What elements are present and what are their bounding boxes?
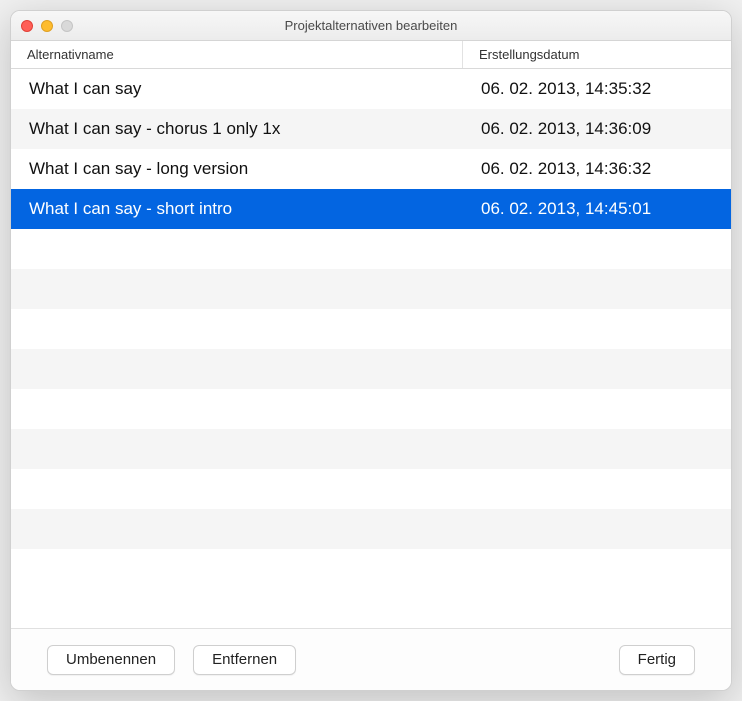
table-row[interactable]: What I can say06. 02. 2013, 14:35:32: [11, 69, 731, 109]
cell-name: What I can say - short intro: [11, 199, 463, 219]
table-row[interactable]: What I can say - chorus 1 only 1x06. 02.…: [11, 109, 731, 149]
remove-button[interactable]: Entfernen: [193, 645, 296, 675]
empty-row: [11, 269, 731, 309]
cell-date: 06. 02. 2013, 14:45:01: [463, 199, 731, 219]
empty-row: [11, 309, 731, 349]
cell-date: 06. 02. 2013, 14:36:09: [463, 119, 731, 139]
empty-row: [11, 549, 731, 589]
empty-row: [11, 389, 731, 429]
empty-row: [11, 469, 731, 509]
table-body[interactable]: What I can say06. 02. 2013, 14:35:32What…: [11, 69, 731, 628]
cell-name: What I can say - chorus 1 only 1x: [11, 119, 463, 139]
window-title: Projektalternativen bearbeiten: [21, 18, 721, 33]
empty-row: [11, 349, 731, 389]
table-row[interactable]: What I can say - short intro06. 02. 2013…: [11, 189, 731, 229]
minimize-icon[interactable]: [41, 20, 53, 32]
maximize-icon: [61, 20, 73, 32]
done-button[interactable]: Fertig: [619, 645, 695, 675]
table-row[interactable]: What I can say - long version06. 02. 201…: [11, 149, 731, 189]
cell-date: 06. 02. 2013, 14:36:32: [463, 159, 731, 179]
rename-button[interactable]: Umbenennen: [47, 645, 175, 675]
cell-name: What I can say: [11, 79, 463, 99]
close-icon[interactable]: [21, 20, 33, 32]
titlebar: Projektalternativen bearbeiten: [11, 11, 731, 41]
column-header-date[interactable]: Erstellungsdatum: [463, 41, 731, 68]
empty-row: [11, 509, 731, 549]
cell-date: 06. 02. 2013, 14:35:32: [463, 79, 731, 99]
empty-row: [11, 429, 731, 469]
dialog-window: Projektalternativen bearbeiten Alternati…: [10, 10, 732, 691]
column-header-name[interactable]: Alternativname: [11, 41, 463, 68]
table-header: Alternativname Erstellungsdatum: [11, 41, 731, 69]
window-controls: [21, 20, 73, 32]
cell-name: What I can say - long version: [11, 159, 463, 179]
empty-row: [11, 229, 731, 269]
